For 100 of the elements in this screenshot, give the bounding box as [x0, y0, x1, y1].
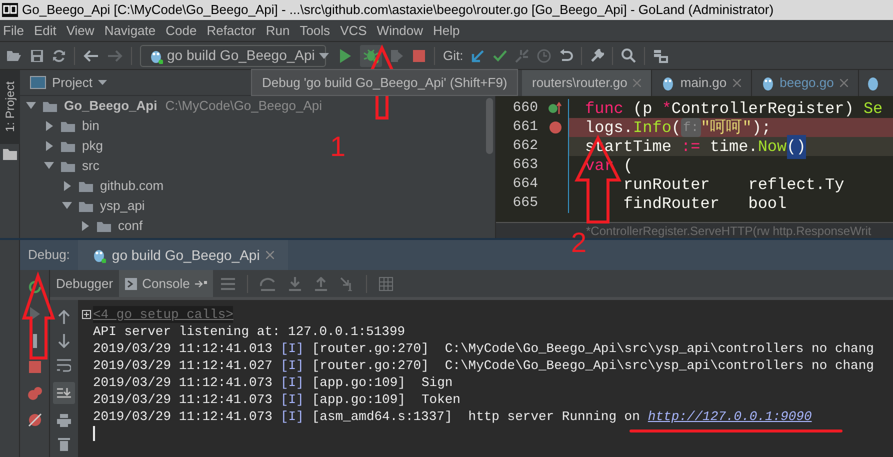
menu-item[interactable]: Window — [376, 20, 424, 40]
menu-item[interactable]: Edit — [34, 20, 56, 40]
tree-item[interactable]: conf — [118, 216, 143, 236]
bug-icon — [363, 48, 379, 64]
rerun-icon[interactable] — [28, 280, 42, 294]
step-into-icon[interactable] — [288, 276, 302, 290]
caret-icon — [318, 52, 329, 58]
menu-item[interactable]: View — [66, 20, 94, 40]
caret-icon[interactable] — [98, 80, 108, 85]
expanded-arrow-icon[interactable] — [44, 161, 54, 171]
tree-item[interactable]: src — [82, 156, 100, 176]
step-out-icon[interactable] — [314, 276, 328, 290]
run-config-dropdown[interactable]: go build Go_Beego_Api — [140, 44, 326, 66]
log-message: C:\MyCode\Go_Beego_Api\src\ysp_api\controllers no chang — [444, 340, 874, 357]
checkmark-icon[interactable] — [493, 48, 508, 62]
menu-item[interactable]: File — [3, 20, 24, 40]
menu-item[interactable]: Navigate — [104, 20, 156, 40]
panel-label: Debug: — [27, 246, 71, 264]
editor-tab[interactable]: routers\router.go — [522, 70, 652, 96]
collapsed-arrow-icon[interactable] — [44, 141, 54, 151]
folder-icon — [78, 179, 94, 193]
expand-icon[interactable] — [82, 310, 91, 319]
menu-item[interactable]: Refactor — [206, 20, 256, 40]
menu-icon[interactable] — [220, 278, 235, 290]
menu-item[interactable]: Tools — [300, 20, 330, 40]
undo-icon[interactable] — [559, 48, 574, 62]
editor-tab[interactable]: beego.go — [752, 70, 859, 96]
collapsed-arrow-icon[interactable] — [44, 121, 54, 131]
folder-icon — [60, 159, 76, 173]
resume-icon[interactable] — [28, 307, 40, 321]
gopher-icon — [662, 76, 674, 90]
folder-icon — [78, 199, 94, 213]
run-to-cursor-icon[interactable] — [340, 276, 354, 290]
log-source: [router.go:270] — [312, 340, 429, 357]
window-title: Go_Beego_Api [C:\MyCode\Go_Beego_Api] - ...\src\github.com\astaxie\beego\router.go [Go_Beego_Api] - GoLand (Administrator) — [22, 1, 774, 20]
scrollbar-thumb[interactable] — [486, 98, 493, 154]
down-arrow-icon[interactable] — [58, 334, 70, 348]
implements-icon — [548, 102, 562, 115]
gopher-icon — [92, 247, 106, 263]
folder-icon — [60, 119, 76, 133]
log-timestamp: 2019/03/29 11:12:41.073 — [92, 391, 272, 408]
update-arrow-icon[interactable] — [471, 48, 486, 62]
text-cursor — [93, 426, 95, 441]
search-icon[interactable] — [621, 48, 636, 63]
close-icon — [266, 251, 274, 259]
step-over-icon[interactable] — [260, 276, 276, 290]
tree-item[interactable]: github.com — [100, 176, 164, 196]
soft-wrap-icon[interactable] — [57, 358, 71, 372]
calculator-icon[interactable] — [378, 276, 393, 290]
log-timestamp: 2019/03/29 11:12:41.073 — [92, 408, 272, 425]
console-line: API server listening at: 127.0.0.1:51399 — [92, 323, 406, 340]
scroll-to-end-button[interactable] — [53, 382, 75, 404]
structure-icon[interactable] — [653, 48, 670, 62]
stop-icon[interactable] — [28, 361, 40, 373]
menu-item[interactable]: Run — [266, 20, 290, 40]
expanded-arrow-icon[interactable] — [26, 101, 36, 111]
breakpoints-icon[interactable] — [26, 386, 42, 400]
mute-breakpoints-icon[interactable] — [28, 413, 42, 427]
console-link[interactable]: http://127.0.0.1:9090 — [648, 408, 812, 425]
panel-tab[interactable]: Console — [119, 270, 213, 297]
log-source: [router.go:270] — [312, 357, 429, 374]
log-timestamp: 2019/03/29 11:12:41.013 — [92, 340, 272, 357]
wrench-icon[interactable] — [590, 48, 604, 62]
line-number: 665 — [512, 194, 539, 213]
tree-item[interactable]: Go_Beego_Api — [64, 96, 158, 116]
folder-icon — [60, 139, 76, 153]
line-number: 661 — [512, 118, 539, 137]
log-source: [asm_amd64.s:1337] — [312, 408, 452, 425]
session-tab[interactable]: go build Go_Beego_Api — [78, 240, 288, 270]
up-arrow-icon[interactable] — [58, 310, 70, 324]
run-icon[interactable] — [338, 48, 352, 64]
panel-window-icon — [30, 76, 46, 89]
coverage-icon — [390, 48, 404, 64]
save-icon — [30, 48, 44, 62]
panel-tab[interactable]: Debugger — [50, 270, 120, 297]
print-icon[interactable] — [57, 414, 71, 427]
tree-item[interactable]: bin — [82, 116, 100, 136]
log-message: C:\MyCode\Go_Beego_Api\src\ysp_api\controllers no chang — [444, 357, 874, 374]
folder-icon — [2, 148, 16, 160]
menu-item[interactable]: VCS — [340, 20, 367, 40]
log-message: http server Running on — [468, 408, 640, 425]
project-tool-tab[interactable]: 1: Project — [0, 70, 20, 144]
scroll-to-end-icon — [57, 387, 71, 399]
log-message: Token — [421, 391, 460, 408]
collapsed-arrow-icon[interactable] — [80, 221, 90, 231]
close-icon — [840, 79, 848, 87]
forward-arrow-icon — [107, 48, 123, 62]
expanded-arrow-icon[interactable] — [62, 201, 72, 211]
tree-item[interactable]: pkg — [82, 136, 103, 156]
folded-calls[interactable]: <4 go setup calls> — [93, 306, 234, 323]
collapsed-arrow-icon[interactable] — [62, 181, 72, 191]
editor-tab[interactable]: main.go — [652, 70, 752, 96]
breakpoint-icon[interactable] — [548, 121, 562, 134]
tree-item[interactable]: ysp_api — [100, 196, 145, 216]
trash-icon[interactable] — [58, 437, 70, 451]
console-icon — [125, 278, 138, 290]
close-icon — [633, 79, 642, 87]
menu-item[interactable]: Help — [433, 20, 460, 40]
annotation-number: 2 — [571, 228, 587, 258]
menu-item[interactable]: Code — [166, 20, 197, 40]
